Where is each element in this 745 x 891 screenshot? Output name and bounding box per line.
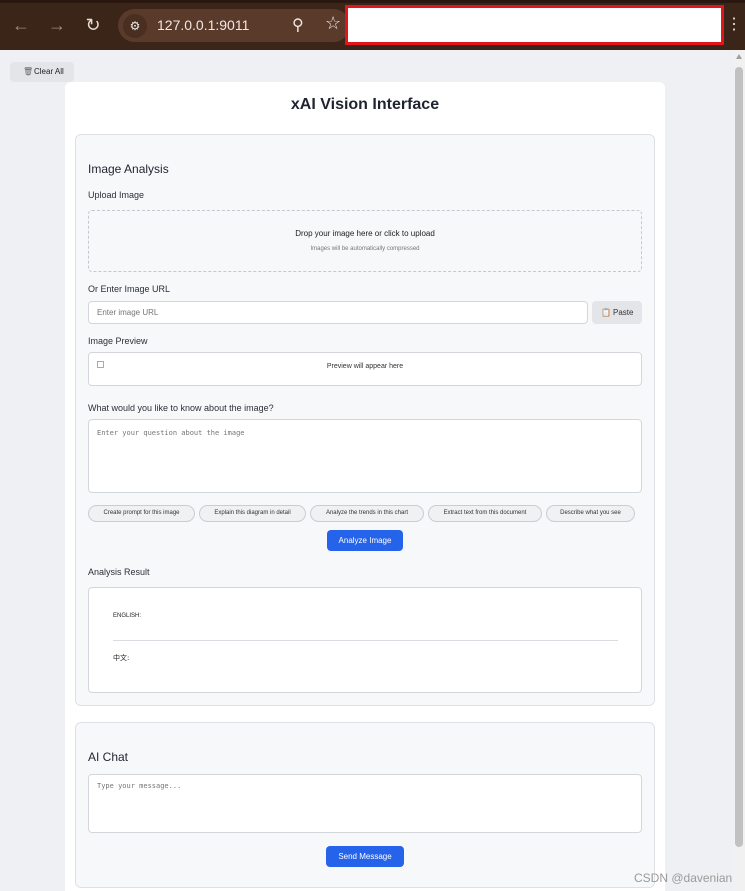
prompt-chip-describe[interactable]: Describe what you see bbox=[546, 505, 635, 522]
site-info-icon[interactable]: ⚙ bbox=[123, 14, 147, 38]
image-dropzone[interactable] bbox=[88, 210, 642, 272]
page-title: xAI Vision Interface bbox=[290, 96, 440, 113]
dropzone-text: Drop your image here or click to upload bbox=[295, 229, 435, 238]
prompt-chip-extract-text[interactable]: Extract text from this document bbox=[428, 505, 542, 522]
prompt-chip-analyze-trends[interactable]: Analyze the trends in this chart bbox=[310, 505, 424, 522]
clear-all-label: Clear All bbox=[34, 67, 64, 76]
reload-icon[interactable]: ↻ bbox=[82, 14, 104, 36]
result-chinese-label: 中文: bbox=[113, 654, 130, 662]
clear-all-button[interactable]: 🗑 Clear All bbox=[10, 62, 74, 82]
prompt-chip-create-prompt[interactable]: Create prompt for this image bbox=[88, 505, 195, 522]
question-label: What would you like to know about the im… bbox=[88, 403, 274, 413]
result-english-label: ENGLISH: bbox=[113, 613, 142, 619]
prompt-chip-explain-diagram[interactable]: Explain this diagram in detail bbox=[199, 505, 306, 522]
back-arrow-icon[interactable]: ← bbox=[10, 14, 32, 36]
zoom-icon[interactable]: ⚲ bbox=[292, 15, 304, 35]
forward-arrow-icon[interactable]: → bbox=[46, 14, 68, 36]
result-divider bbox=[113, 640, 618, 641]
analysis-result-label: Analysis Result bbox=[88, 567, 150, 577]
question-input[interactable] bbox=[88, 419, 642, 493]
bookmark-star-icon[interactable]: ☆ bbox=[325, 13, 341, 34]
dropzone-subtext: Images will be automatically compressed bbox=[310, 246, 420, 252]
image-preview-label: Image Preview bbox=[88, 336, 148, 346]
ai-chat-heading: AI Chat bbox=[88, 750, 129, 764]
upload-image-label: Upload Image bbox=[88, 190, 145, 200]
chat-message-input[interactable] bbox=[88, 774, 642, 833]
paste-button[interactable]: 📋 Paste bbox=[592, 301, 642, 324]
image-url-input[interactable] bbox=[88, 301, 588, 324]
image-analysis-heading: Image Analysis bbox=[88, 162, 169, 176]
scroll-up-arrow-icon[interactable] bbox=[736, 54, 742, 59]
scrollbar-thumb[interactable] bbox=[735, 67, 743, 847]
preview-placeholder: Preview will appear here bbox=[326, 363, 404, 370]
send-message-button[interactable]: Send Message bbox=[326, 846, 404, 867]
more-menu-icon[interactable]: ⋮ bbox=[726, 14, 742, 34]
analyze-image-button[interactable]: Analyze Image bbox=[327, 530, 403, 551]
address-bar-url: 127.0.0.1:9011 bbox=[157, 17, 250, 33]
watermark: CSDN @davenian bbox=[634, 871, 733, 885]
redaction-box bbox=[345, 5, 724, 45]
browser-tab-strip bbox=[0, 0, 745, 3]
paste-label: Paste bbox=[613, 308, 634, 317]
trash-icon: 🗑 bbox=[23, 67, 34, 76]
image-url-label: Or Enter Image URL bbox=[88, 284, 171, 294]
clipboard-icon: 📋 bbox=[601, 308, 611, 317]
